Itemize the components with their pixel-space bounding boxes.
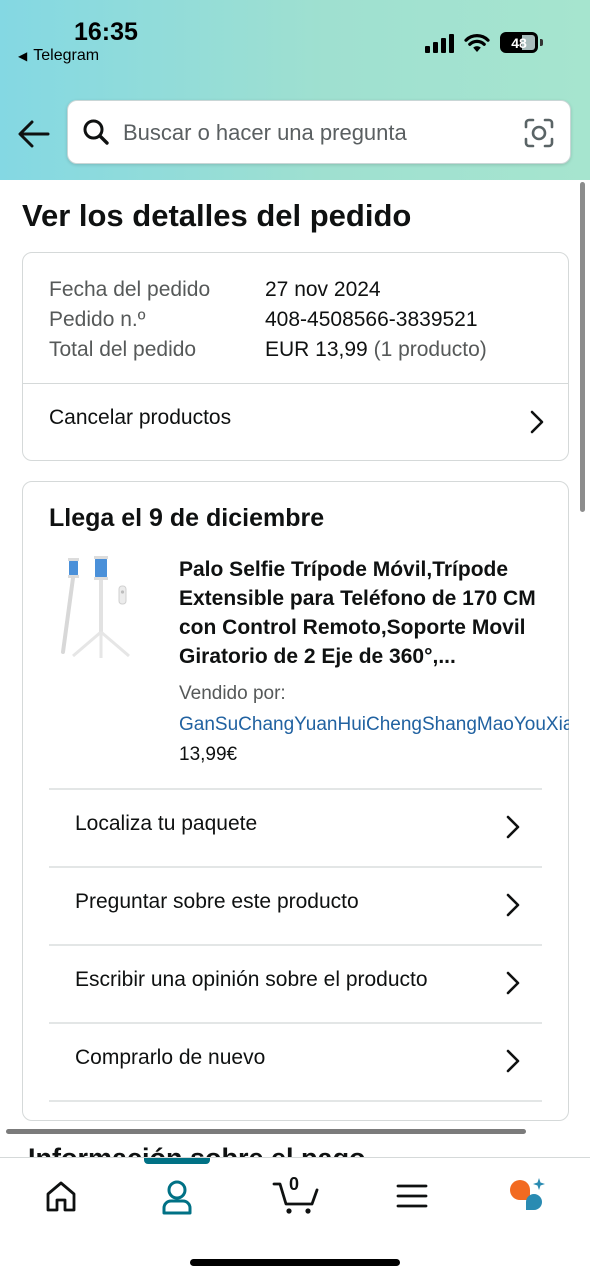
tab-cart[interactable]: 0: [272, 1174, 322, 1216]
vertical-scrollbar[interactable]: [580, 182, 585, 512]
order-number-label: Pedido n.º: [49, 308, 146, 331]
order-total-row: Total del pedido EUR 13,99 (1 producto): [49, 335, 487, 365]
divider: [49, 1100, 542, 1102]
account-icon: [162, 1180, 192, 1215]
search-bar[interactable]: [67, 100, 571, 164]
search-input[interactable]: [123, 113, 503, 153]
page-title: Ver los detalles del pedido: [22, 198, 412, 233]
back-to-app-link[interactable]: ◀ Telegram: [18, 47, 99, 65]
active-tab-indicator: [144, 1158, 210, 1164]
order-date-value: 27 nov 2024: [265, 278, 381, 301]
back-arrow-icon[interactable]: [16, 116, 52, 152]
delivery-date-title: Llega el 9 de diciembre: [49, 504, 325, 532]
cancel-products-label: Cancelar productos: [49, 406, 232, 429]
menu-icon: [396, 1184, 428, 1208]
app-header: 16:35 ◀ Telegram 48: [0, 0, 590, 180]
back-triangle-icon: ◀: [18, 49, 28, 63]
chevron-right-icon: [506, 971, 520, 995]
order-total-amount: EUR 13,99: [265, 338, 368, 361]
status-indicators: 48: [425, 32, 543, 53]
camera-scan-icon[interactable]: [524, 118, 554, 148]
order-summary-list: Fecha del pedido 27 nov 2024 Pedido n.º …: [49, 275, 487, 365]
order-date-row: Fecha del pedido 27 nov 2024: [49, 275, 487, 305]
write-review-label: Escribir una opinión sobre el producto: [75, 968, 428, 991]
battery-icon: 48: [500, 32, 543, 53]
sold-by-label: Vendido por:: [179, 683, 286, 704]
delivery-card: Llega el 9 de diciembre Palo Selfie Tríp…: [22, 481, 569, 1121]
tab-menu[interactable]: [389, 1176, 435, 1216]
tab-rufus[interactable]: [506, 1176, 552, 1216]
ask-about-product-button[interactable]: Preguntar sobre este producto: [49, 866, 542, 944]
write-review-button[interactable]: Escribir una opinión sobre el producto: [49, 944, 542, 1022]
order-number-value: 408-4508566-3839521: [265, 308, 478, 331]
tab-home[interactable]: [38, 1176, 84, 1216]
order-date-label: Fecha del pedido: [49, 278, 211, 301]
order-total-label: Total del pedido: [49, 338, 197, 361]
payment-info-heading: Información sobre el pago: [28, 1143, 366, 1158]
chevron-right-icon: [506, 1049, 520, 1073]
home-indicator[interactable]: [190, 1259, 400, 1266]
cancel-products-button[interactable]: Cancelar productos: [23, 384, 568, 460]
seller-link[interactable]: GanSuChangYuanHuiChengShangMaoYouXianGon…: [179, 714, 569, 736]
status-time: 16:35: [74, 18, 138, 46]
buy-again-button[interactable]: Comprarlo de nuevo: [49, 1022, 542, 1100]
back-app-label: Telegram: [33, 47, 100, 64]
ask-about-product-label: Preguntar sobre este producto: [75, 890, 359, 913]
order-summary-card: Fecha del pedido 27 nov 2024 Pedido n.º …: [22, 252, 569, 461]
cart-count-badge: 0: [289, 1174, 300, 1194]
buy-again-label: Comprarlo de nuevo: [75, 1046, 266, 1069]
home-icon: [46, 1181, 76, 1212]
rufus-ai-icon: [510, 1178, 545, 1210]
horizontal-scrollbar[interactable]: [6, 1129, 526, 1134]
product-image[interactable]: [51, 552, 151, 664]
order-item-count: (1 producto): [373, 338, 487, 361]
chevron-right-icon: [506, 893, 520, 917]
search-icon: [83, 119, 109, 145]
chevron-right-icon: [530, 410, 544, 434]
product-title-link[interactable]: Palo Selfie Trípode Móvil,Trípode Extens…: [179, 555, 549, 671]
product-price: 13,99€: [179, 744, 238, 765]
order-number-row: Pedido n.º 408-4508566-3839521: [49, 305, 487, 335]
track-package-label: Localiza tu paquete: [75, 812, 258, 835]
wifi-icon: [464, 34, 490, 52]
cellular-signal-icon: [425, 33, 454, 53]
chevron-right-icon: [506, 815, 520, 839]
battery-level: 48: [511, 34, 527, 51]
track-package-button[interactable]: Localiza tu paquete: [49, 788, 542, 866]
order-total-value: EUR 13,99 (1 producto): [265, 335, 487, 365]
tab-account[interactable]: [154, 1176, 200, 1216]
